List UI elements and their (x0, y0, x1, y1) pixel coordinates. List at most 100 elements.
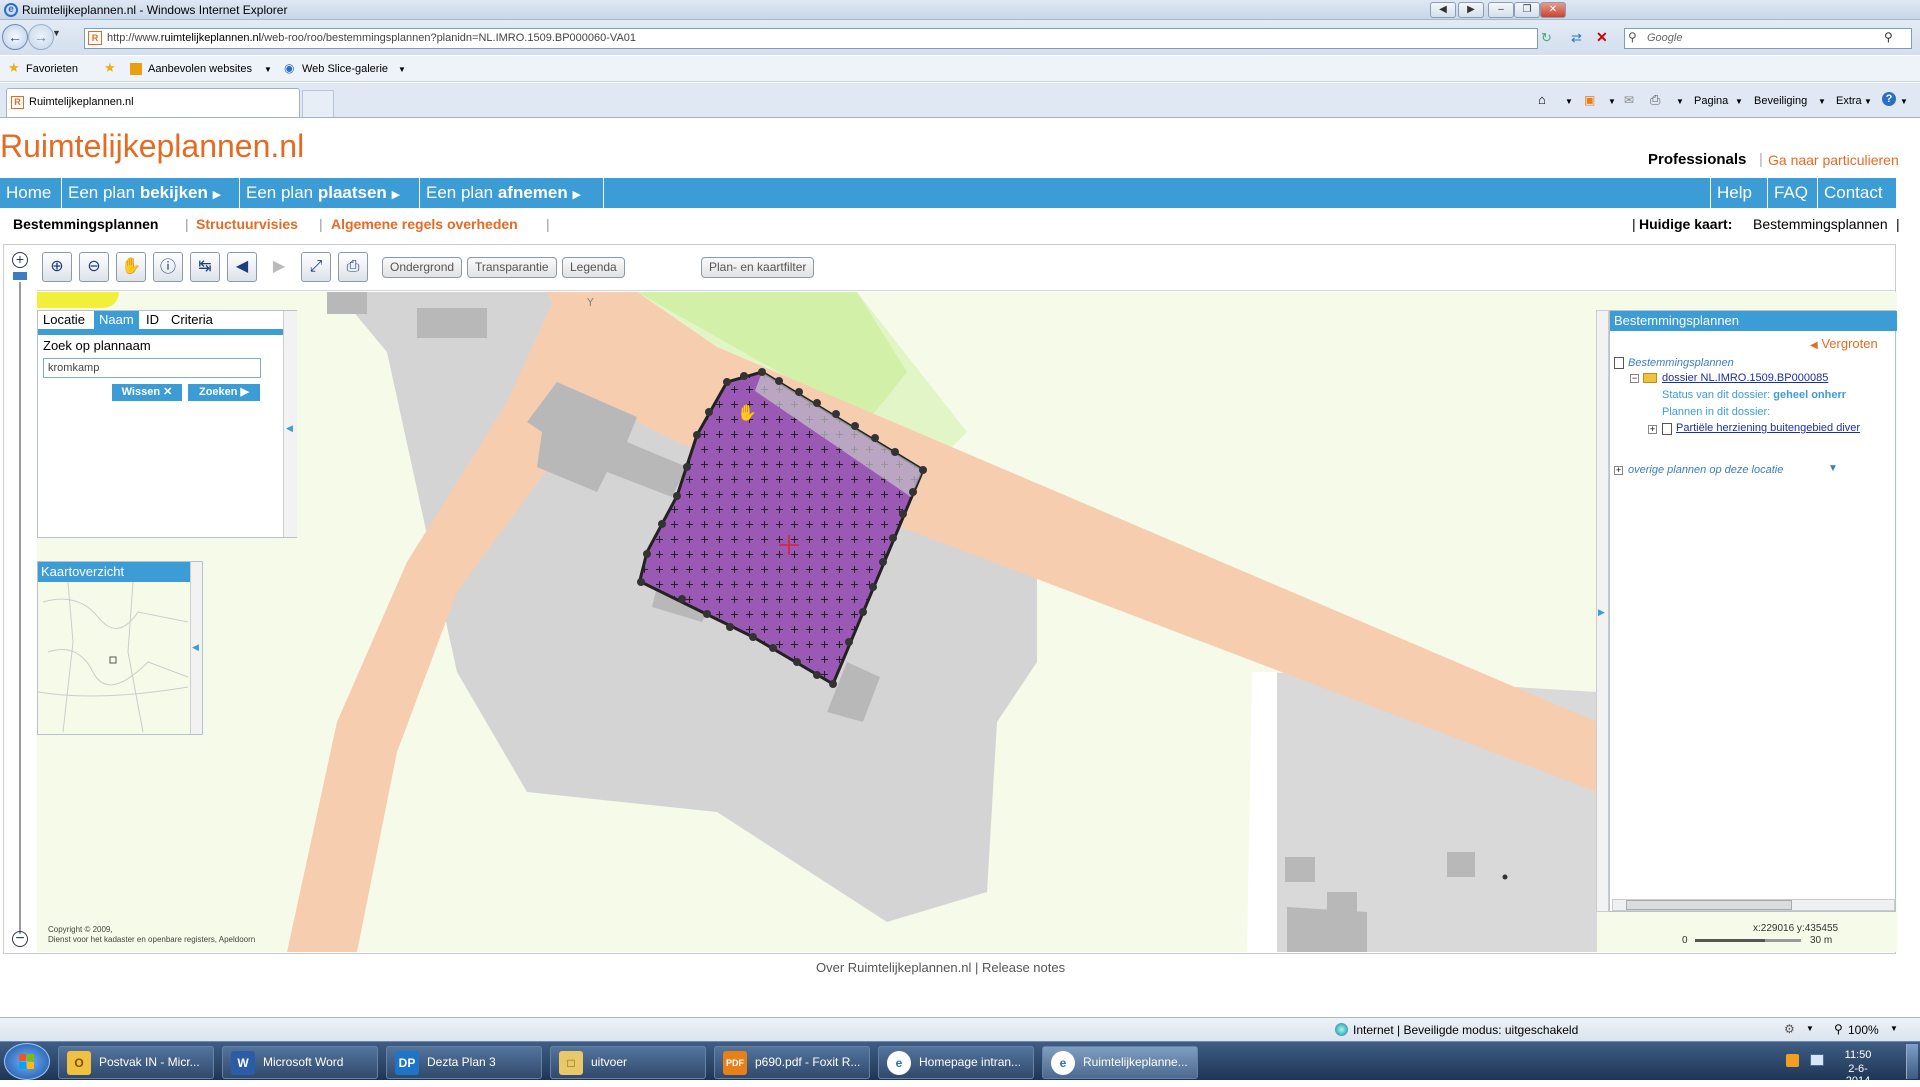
tree-root[interactable]: Bestemmingsplannen (1628, 357, 1734, 369)
particulieren-link[interactable]: Ga naar particulieren (1768, 152, 1899, 168)
release-notes-link[interactable]: Release notes (982, 960, 1065, 975)
nav-bekijken[interactable]: Een plan bekijken ▶ (62, 178, 240, 208)
tab-id[interactable]: ID (141, 311, 164, 329)
plan-name-input[interactable] (43, 358, 261, 378)
security-zone[interactable]: Internet | Beveiligde modus: uitgeschake… (1353, 1023, 1578, 1037)
previous-extent-icon[interactable]: ◀ (227, 252, 257, 282)
expand-node-icon[interactable]: + (1614, 466, 1623, 475)
taskbar-uitvoer[interactable]: □ uitvoer (550, 1046, 706, 1079)
chevron-down-icon[interactable]: ▼ (1608, 97, 1616, 106)
zoom-in-tool-icon[interactable]: ⊕ (42, 252, 72, 282)
chevron-down-icon[interactable]: ▼ (1806, 1024, 1814, 1033)
address-bar[interactable]: http://www.ruimtelijkeplannen.nl/web-roo… (84, 28, 1538, 49)
protected-mode-icon[interactable]: ⚙ (1784, 1022, 1795, 1036)
info-tool-icon[interactable]: ⓘ (153, 252, 183, 282)
browser-tab[interactable]: R Ruimtelijkeplannen.nl (6, 88, 300, 117)
plan-link[interactable]: Partiële herziening buitengebied diver (1676, 422, 1896, 434)
transparantie-button[interactable]: Transparantie (467, 257, 557, 278)
fav-web-slice[interactable]: Web Slice-galerie (302, 63, 388, 75)
fav-suggested-sites[interactable]: Aanbevolen websites (148, 63, 252, 75)
site-logo[interactable]: Ruimtelijkeplannen.nl (0, 128, 304, 165)
new-tab-button[interactable] (302, 90, 334, 117)
mail-icon[interactable]: ✉ (1624, 93, 1634, 107)
ondergrond-button[interactable]: Ondergrond (382, 257, 463, 278)
minimize-button[interactable]: – (1488, 2, 1514, 18)
dossier-link[interactable]: dossier NL.IMRO.1509.BP000085 (1662, 372, 1828, 384)
subnav-bestemmingsplannen[interactable]: Bestemmingsplannen (13, 216, 158, 232)
chevron-down-icon[interactable]: ▼ (1864, 97, 1872, 106)
home-icon[interactable]: ⌂ (1538, 92, 1546, 107)
show-desktop-button[interactable] (1906, 1044, 1918, 1079)
chevron-down-icon[interactable]: ▼ (1565, 97, 1573, 106)
network-icon[interactable] (1810, 1054, 1824, 1066)
taskbar-dezta[interactable]: DP Dezta Plan 3 (386, 1046, 542, 1079)
clock[interactable]: 11:50 2-6-2014 (1836, 1049, 1880, 1087)
zoom-slider-track[interactable] (19, 282, 21, 934)
chevron-down-icon[interactable]: ▼ (1818, 97, 1826, 106)
help-icon[interactable]: ? (1882, 92, 1896, 106)
tools-menu[interactable]: Extra (1836, 95, 1862, 107)
taskbar-ruimtelijkeplannen[interactable]: e Ruimtelijkeplanne... (1042, 1046, 1198, 1079)
subnav-algemene-regels[interactable]: Algemene regels overheden (331, 216, 518, 232)
full-extent-icon[interactable]: ⤢ (301, 252, 331, 282)
collapse-node-icon[interactable]: − (1630, 374, 1639, 383)
feeds-icon[interactable]: ▣ (1584, 93, 1595, 107)
plan-filter-button[interactable]: Plan- en kaartfilter (701, 257, 815, 278)
taskbar-word[interactable]: W Microsoft Word (222, 1046, 378, 1079)
nav-faq[interactable]: FAQ (1768, 178, 1818, 208)
page-menu[interactable]: Pagina (1694, 95, 1728, 107)
taskbar-homepage-intranet[interactable]: e Homepage intran... (878, 1046, 1034, 1079)
chevron-down-icon[interactable]: ▼ (1676, 97, 1684, 106)
taskbar-foxit[interactable]: PDF p690.pdf - Foxit R... (714, 1046, 870, 1079)
chevron-down-icon[interactable]: ▼ (1890, 1024, 1898, 1033)
favorites-button[interactable]: Favorieten (26, 63, 78, 75)
print-icon[interactable]: ⎙ (1650, 92, 1660, 108)
expand-node-icon[interactable]: + (1648, 425, 1657, 434)
search-input[interactable]: Google (1624, 28, 1912, 49)
restore-button[interactable]: ❐ (1514, 2, 1540, 18)
info-download-icon[interactable]: ▼ (1828, 463, 1838, 474)
close-window-button[interactable]: ✕ (1540, 2, 1566, 18)
add-favorite-icon[interactable]: ★ (104, 60, 116, 76)
nav-contact[interactable]: Contact (1818, 178, 1896, 208)
vergroten-button[interactable]: ◀ Vergroten (1810, 336, 1878, 351)
stop-icon[interactable]: ✕ (1596, 29, 1608, 46)
nav-home[interactable]: Home (0, 178, 62, 208)
chevron-down-icon[interactable]: ▼ (1735, 97, 1743, 106)
scrollbar-thumb[interactable] (1626, 900, 1792, 910)
zoom-out-tool-icon[interactable]: ⊖ (79, 252, 109, 282)
zoom-out-icon[interactable]: − (12, 931, 28, 947)
tab-criteria[interactable]: Criteria (166, 311, 218, 329)
back-page-icon[interactable]: ◀ (1430, 2, 1456, 18)
tab-naam[interactable]: Naam (94, 311, 139, 329)
history-dropdown-icon[interactable]: ▼ (52, 28, 61, 38)
overview-map[interactable] (38, 582, 190, 734)
refresh-icon[interactable]: ⇄ (1571, 30, 1582, 46)
safety-menu[interactable]: Beveiliging (1754, 95, 1807, 107)
nav-help[interactable]: Help (1710, 178, 1768, 208)
search-go-icon[interactable]: ⚲ (1884, 30, 1893, 44)
nav-afnemen[interactable]: Een plan afnemen ▶ (420, 178, 604, 208)
over-link[interactable]: Over Ruimtelijkeplannen.nl (816, 960, 971, 975)
compat-view-icon[interactable]: ↻ (1541, 30, 1552, 46)
chevron-down-icon[interactable]: ▼ (1900, 97, 1908, 106)
overige-plannen-link[interactable]: overige plannen op deze locatie (1628, 464, 1783, 476)
legenda-button[interactable]: Legenda (562, 257, 625, 278)
tab-locatie[interactable]: Locatie (38, 311, 90, 329)
collapse-left-icon[interactable]: ◀ (192, 642, 199, 653)
zoom-slider-handle[interactable] (13, 272, 27, 280)
wissen-button[interactable]: Wissen ✕ (112, 384, 182, 401)
pan-tool-icon[interactable]: ✋ (116, 252, 146, 282)
collapse-left-icon[interactable]: ◀ (286, 423, 293, 434)
subnav-structuurvisies[interactable]: Structuurvisies (196, 216, 298, 232)
collapse-right-icon[interactable]: ▶ (1598, 607, 1605, 618)
taskbar-outlook[interactable]: O Postvak IN - Micr... (58, 1046, 214, 1079)
start-button[interactable] (4, 1043, 50, 1080)
forward-page-icon[interactable]: ▶ (1458, 2, 1484, 18)
zoeken-button[interactable]: Zoeken ▶ (188, 384, 260, 401)
tray-icon[interactable] (1786, 1054, 1799, 1067)
forward-button[interactable]: → (28, 24, 54, 50)
print-map-icon[interactable]: ⎙ (338, 252, 368, 282)
zoom-level[interactable]: 100% (1848, 1023, 1879, 1037)
nav-plaatsen[interactable]: Een plan plaatsen ▶ (240, 178, 420, 208)
